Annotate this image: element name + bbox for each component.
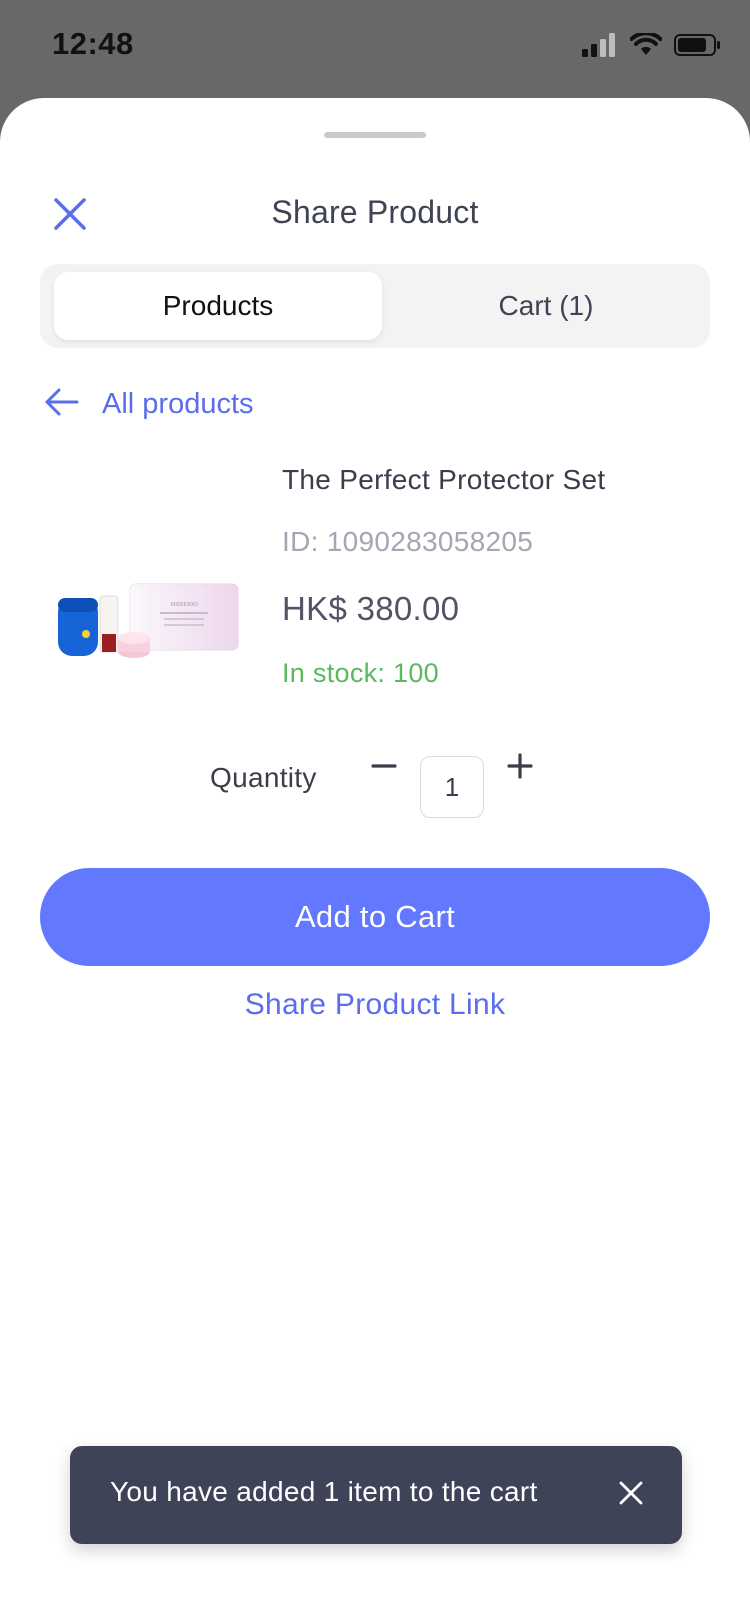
quantity-label: Quantity [210, 762, 317, 793]
quantity-decrement-button[interactable] [364, 748, 404, 788]
all-products-label: All products [102, 387, 254, 420]
toast-close-button[interactable] [614, 1478, 648, 1512]
minus-icon [371, 753, 397, 784]
product-stock: In stock: 100 [282, 658, 439, 688]
quantity-increment-button[interactable] [500, 748, 540, 788]
arrow-left-icon [44, 388, 80, 421]
share-product-link[interactable]: Share Product Link [0, 988, 750, 1022]
quantity-input[interactable] [420, 756, 484, 818]
sheet-grabber[interactable] [324, 132, 426, 138]
all-products-link[interactable]: All products [44, 382, 254, 426]
share-product-sheet: Share Product Products Cart (1) All prod… [0, 98, 750, 1624]
toast-message: You have added 1 item to the cart [110, 1476, 538, 1507]
status-time: 12:48 [52, 26, 134, 61]
status-bar: 12:48 [0, 0, 750, 96]
product-id: ID: 1090283058205 [282, 526, 534, 557]
add-to-cart-button[interactable]: Add to Cart [40, 868, 710, 966]
product-image: SHISEIDO [52, 510, 242, 730]
signal-icon [582, 32, 618, 62]
product-image-brand: SHISEIDO [170, 602, 198, 608]
tab-cart[interactable]: Cart (1) [382, 272, 710, 340]
tab-products[interactable]: Products [54, 272, 382, 340]
plus-icon [507, 752, 533, 784]
wifi-icon [629, 30, 663, 62]
sheet-title: Share Product [271, 194, 479, 230]
product-name: The Perfect Protector Set [282, 464, 606, 495]
product-price: HK$ 380.00 [282, 590, 460, 627]
toast-notification: You have added 1 item to the cart [70, 1446, 682, 1544]
battery-icon [674, 33, 722, 62]
status-icons [582, 30, 722, 62]
segmented-control: Products Cart (1) [40, 264, 710, 348]
close-icon [618, 1480, 644, 1511]
